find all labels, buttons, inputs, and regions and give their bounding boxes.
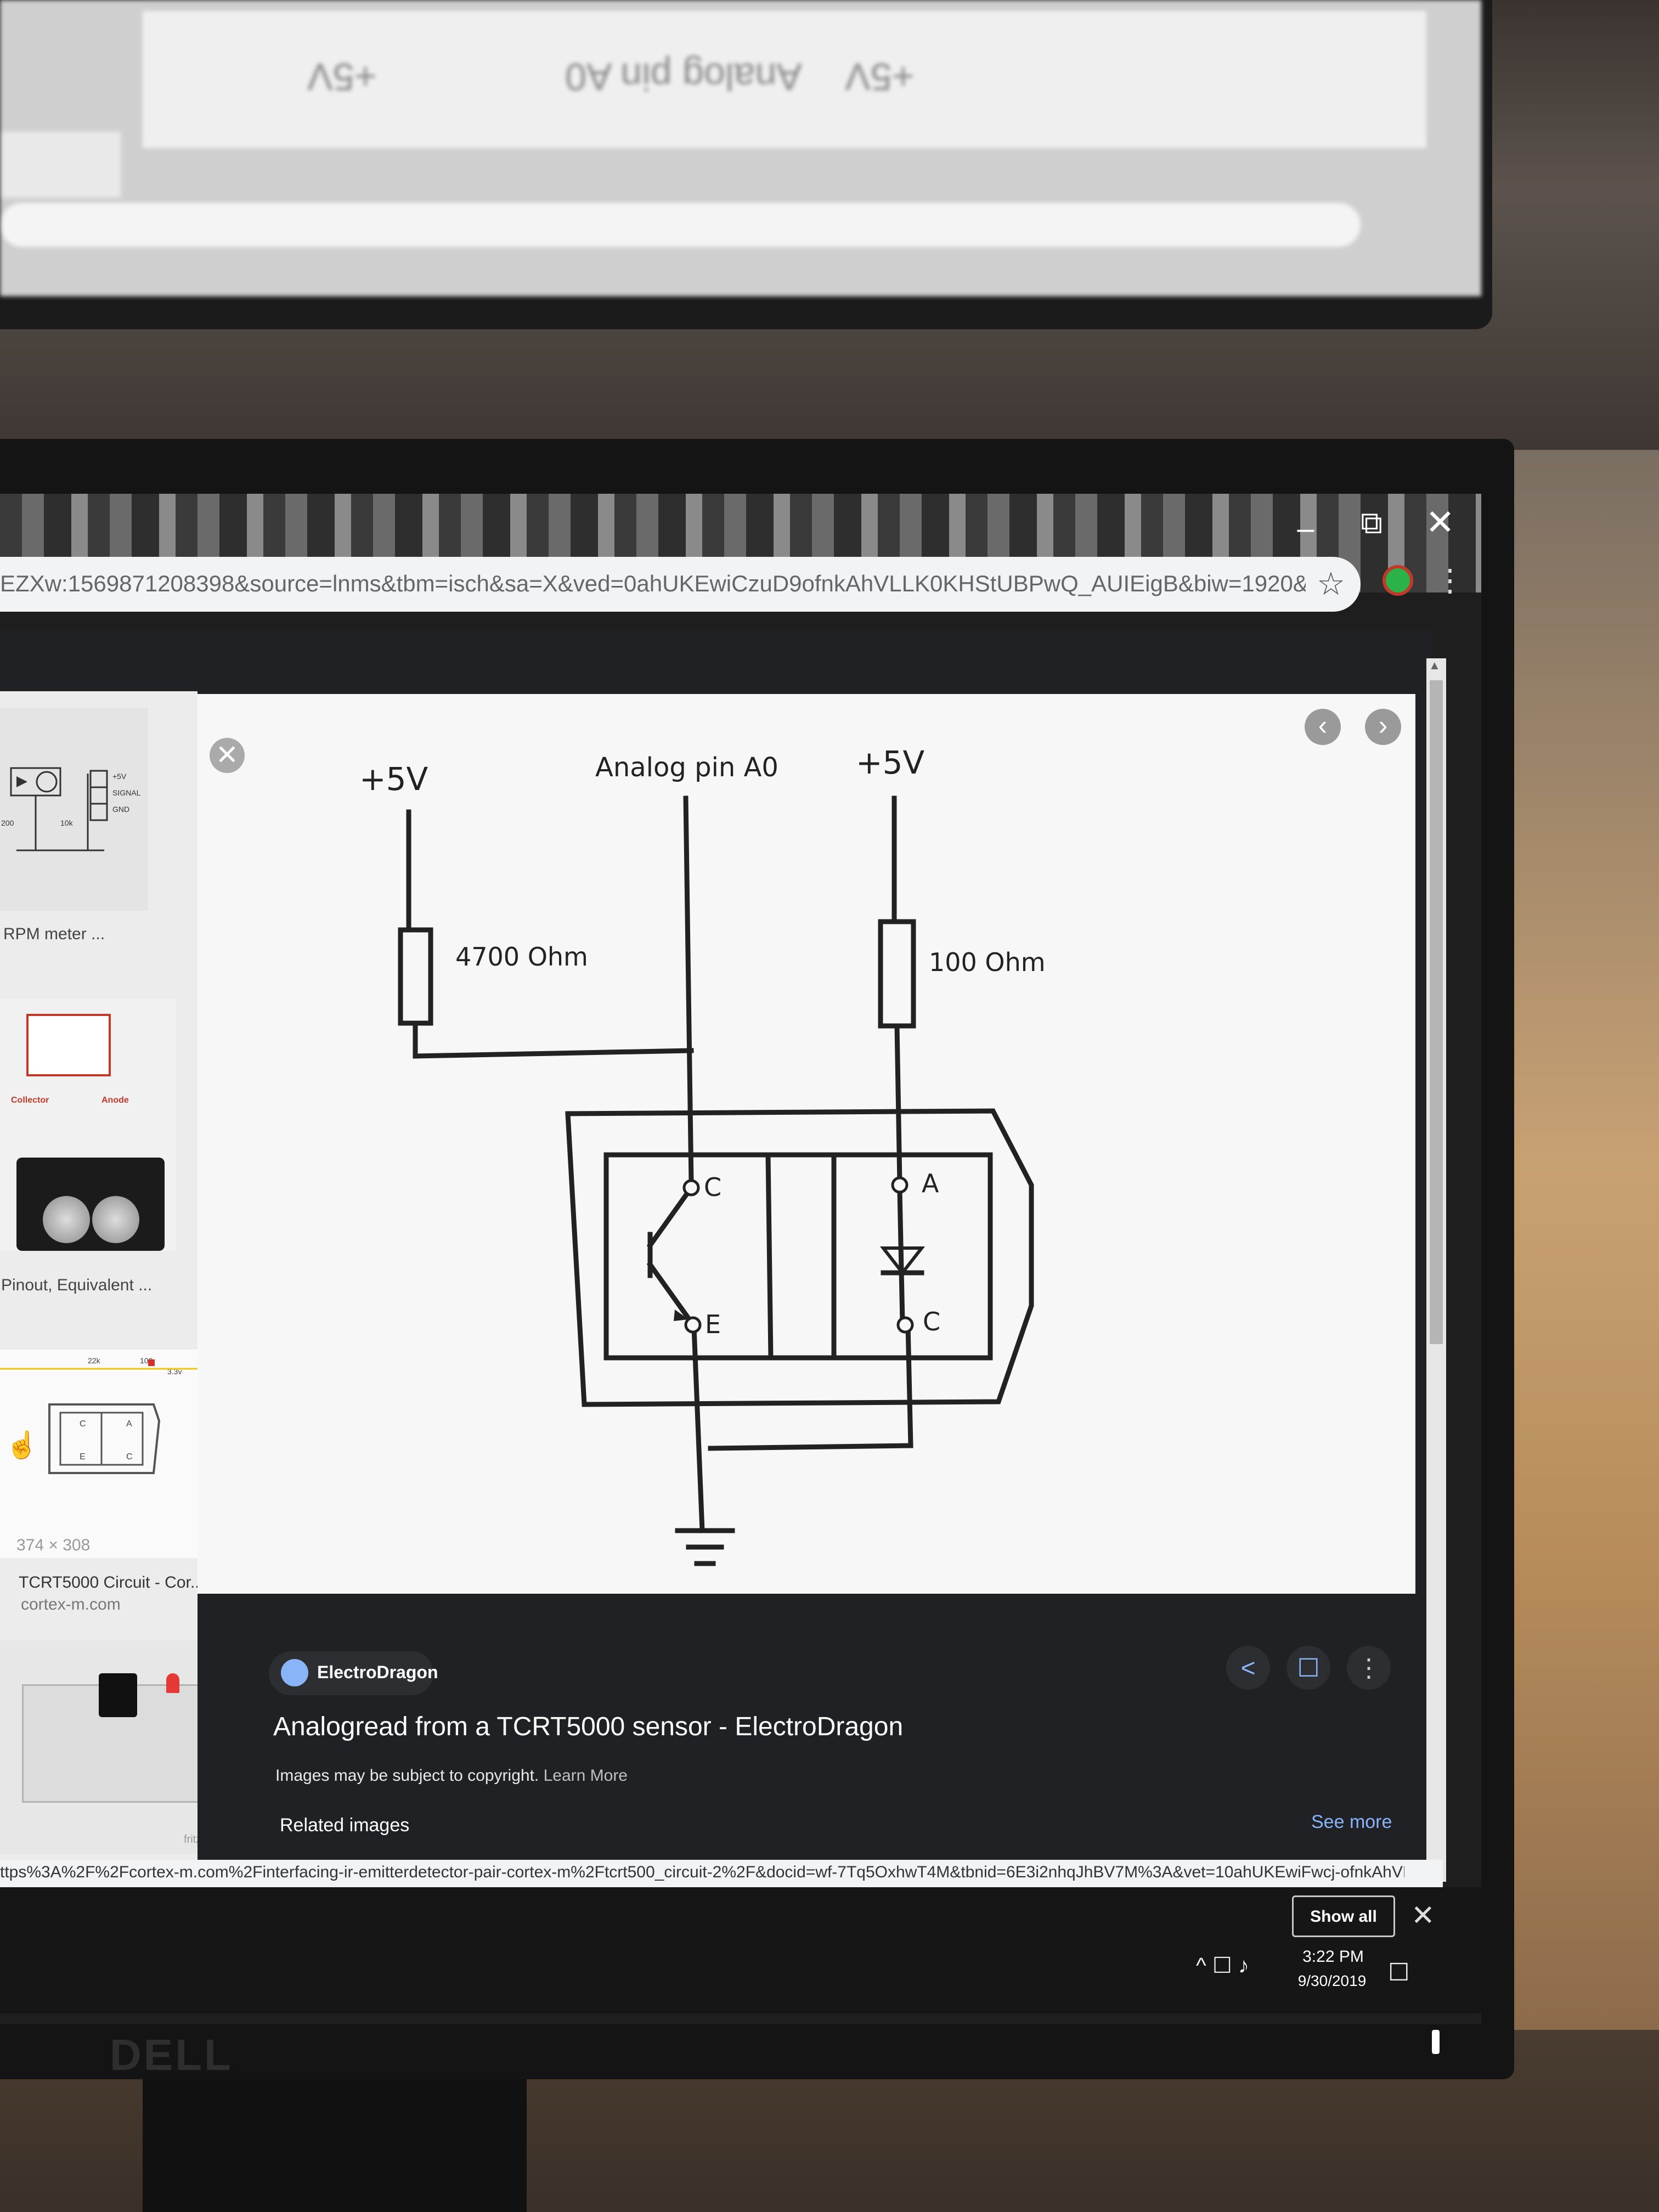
thumb2-label-collector: Collector <box>11 1096 49 1105</box>
scroll-up-icon[interactable]: ▲ <box>1429 658 1444 675</box>
thumb1-schematic: +5V SIGNAL GND 200 10k <box>1 767 141 851</box>
background-wall-right <box>1514 450 1659 2041</box>
thumb3-label-r1: 22k <box>88 1356 101 1365</box>
top-monitor-urlbar <box>0 203 1361 247</box>
monitor-brand-logo: DELL <box>110 2030 233 2079</box>
status-url: ttps%3A%2F%2Fcortex-m.com%2Finterfacing-… <box>0 1863 1404 1881</box>
scrollbar-thumb[interactable] <box>1430 680 1443 1344</box>
circuit-schematic: +5V Analog pin A0 +5V 4700 Ohm 100 Ohm C… <box>359 744 1046 1566</box>
result-label-1[interactable]: RPM meter ... <box>3 925 105 944</box>
thumb1-label-gnd: GND <box>112 805 129 814</box>
close-download-bar-icon[interactable]: ✕ <box>1411 1899 1438 1932</box>
label-resistor-100: 100 Ohm <box>929 947 1046 977</box>
label-pin-e: E <box>705 1310 721 1339</box>
more-options-icon[interactable]: ⋮ <box>1347 1646 1391 1690</box>
learn-more-link[interactable]: Learn More <box>544 1767 628 1785</box>
thumb2-diagram: Collector Anode <box>11 1014 129 1105</box>
label-pin-c: C <box>704 1172 721 1202</box>
clock-time[interactable]: 3:22 PM <box>1297 1948 1369 1966</box>
close-icon[interactable]: ✕ <box>1421 502 1459 542</box>
thumb1-label-signal: SIGNAL <box>112 788 141 797</box>
next-image-icon[interactable]: › <box>1365 709 1401 745</box>
address-bar-url[interactable]: EZXw:1569871208398&source=lnms&tbm=isch&… <box>0 571 1306 603</box>
related-images-heading: Related images <box>280 1815 410 1836</box>
result-source-3[interactable]: cortex-m.com <box>21 1595 121 1614</box>
close-viewer-icon[interactable]: ✕ <box>210 738 245 773</box>
thumb3-pin-a: A <box>126 1419 132 1429</box>
top-monitor-panel <box>0 132 121 198</box>
sensor-module-photo <box>16 1158 165 1251</box>
top-label-vcc-right: +5V <box>845 55 915 98</box>
thumb3-pin-c2: C <box>126 1452 133 1462</box>
label-vcc-left: +5V <box>359 760 428 798</box>
result-label-3[interactable]: TCRT5000 Circuit - Cor... <box>19 1573 204 1592</box>
minimize-icon[interactable]: – <box>1289 510 1322 545</box>
show-all-button[interactable]: Show all <box>1292 1895 1395 1937</box>
thumb3-pin-e: E <box>80 1452 86 1462</box>
thumb1-label-r1: 200 <box>1 819 14 827</box>
thumb3-pin-c: C <box>80 1419 86 1429</box>
top-monitor-image: +5V Analog pin A0 +5V <box>143 11 1426 148</box>
breadboard-sensor <box>99 1673 137 1717</box>
share-icon[interactable]: < <box>1226 1646 1270 1690</box>
globe-icon <box>281 1659 308 1686</box>
result-label-2[interactable]: Pinout, Equivalent ... <box>1 1276 152 1295</box>
sensor-led-2 <box>92 1196 139 1243</box>
thumb2-label-anode: Anode <box>101 1096 129 1105</box>
label-analog-pin: Analog pin A0 <box>595 752 778 783</box>
taskbar <box>0 1887 1481 2013</box>
system-tray-icons[interactable]: ^ ☐ ♪ <box>1196 1953 1284 1986</box>
breadboard-led <box>166 1673 179 1693</box>
monitor-stand <box>143 2079 527 2212</box>
sensor-led-1 <box>43 1196 90 1243</box>
bookmark-icon[interactable]: ☐ <box>1286 1646 1330 1690</box>
restore-icon[interactable]: ⧉ <box>1355 505 1388 540</box>
cursor-hand-icon: ☝ <box>5 1431 38 1460</box>
power-led <box>1432 2030 1440 2054</box>
copyright-notice: Images may be subject to copyright. Lear… <box>275 1767 628 1785</box>
thumb1-label-r2: 10k <box>60 819 74 827</box>
label-pin-c2: C <box>923 1307 940 1336</box>
top-label-vcc-left: +5V <box>307 55 377 98</box>
copyright-text: Images may be subject to copyright. <box>275 1767 539 1785</box>
label-vcc-right: +5V <box>856 744 924 781</box>
source-name[interactable]: ElectroDragon <box>317 1662 438 1683</box>
result-thumbnail-1[interactable]: +5V SIGNAL GND 200 10k <box>0 708 148 911</box>
browser-menu-icon[interactable]: ⋮ <box>1435 562 1465 601</box>
notification-icon[interactable]: ☐ <box>1388 1959 1414 1986</box>
previous-image-icon[interactable]: ‹ <box>1305 709 1341 745</box>
clock-date[interactable]: 9/30/2019 <box>1288 1972 1376 1990</box>
top-label-analog: Analog pin A0 <box>565 55 803 98</box>
bookmark-star-icon[interactable]: ☆ <box>1317 565 1355 603</box>
result-size: 374 × 308 <box>16 1536 91 1554</box>
see-more-link[interactable]: See more <box>1311 1812 1392 1833</box>
label-resistor-4700: 4700 Ohm <box>455 942 588 972</box>
extension-icon[interactable] <box>1383 565 1413 596</box>
label-pin-a: A <box>922 1169 939 1198</box>
thumb1-label-vcc: +5V <box>112 772 127 781</box>
image-title-link[interactable]: Analogread from a TCRT5000 sensor - Elec… <box>273 1712 903 1742</box>
top-monitor-screen: +5V Analog pin A0 +5V <box>0 0 1481 296</box>
